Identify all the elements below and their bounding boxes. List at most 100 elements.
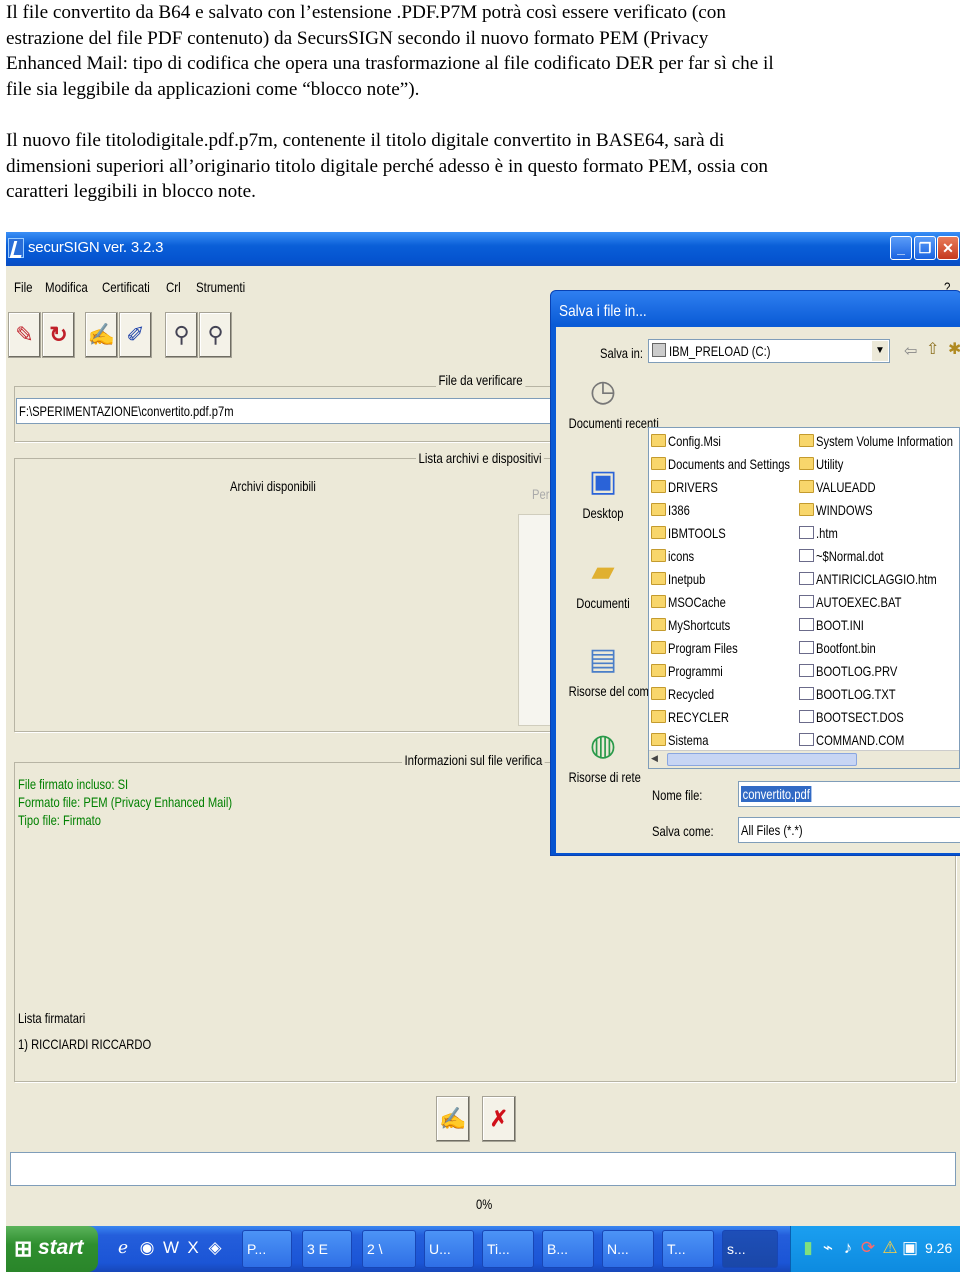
minimize-button[interactable]: _ (890, 236, 912, 260)
place-recent[interactable]: ◷ Documenti recenti (560, 373, 659, 432)
folder-item[interactable]: WINDOWS (799, 499, 949, 522)
menu-certificati[interactable]: Certificati (102, 279, 150, 295)
taskbar-item[interactable]: P... (242, 1230, 292, 1268)
verify-sign-icon[interactable]: ✍ (436, 1096, 470, 1142)
scroll-thumb[interactable] (667, 753, 857, 766)
title-bar[interactable]: securSIGN ver. 3.2.3 _ ❐ ✕ (6, 232, 960, 266)
place-documents[interactable]: ▰ Documenti (560, 553, 646, 612)
taskbar-item[interactable]: T... (662, 1230, 714, 1268)
folder-item[interactable]: Config.Msi (651, 430, 801, 453)
file-item[interactable]: ANTIRICICLAGGIO.htm (799, 568, 949, 591)
back-icon[interactable]: ⇦ (904, 341, 917, 361)
item-name: Inetpub (668, 571, 706, 587)
taskbar-item[interactable]: 2 \ (362, 1230, 416, 1268)
ie-icon[interactable]: ℯ (112, 1236, 134, 1260)
file-item[interactable]: BOOTLOG.PRV (799, 660, 949, 683)
item-name: RECYCLER (668, 709, 729, 725)
folder-item[interactable]: VALUEADD (799, 476, 949, 499)
file-item[interactable]: COMMAND.COM (799, 729, 949, 752)
folder-item[interactable]: MSOCache (651, 591, 801, 614)
taskbar-item[interactable]: N... (602, 1230, 654, 1268)
taskbar-item[interactable]: U... (424, 1230, 474, 1268)
file-item[interactable]: BOOT.INI (799, 614, 949, 637)
folder-item[interactable]: Inetpub (651, 568, 801, 591)
tray-app-icon[interactable]: ▣ (899, 1236, 921, 1260)
scroll-left-icon[interactable]: ◀ (651, 753, 663, 766)
up-folder-icon[interactable]: ⇧ (926, 339, 939, 359)
taskbar-item[interactable]: Ti... (482, 1230, 534, 1268)
folder-icon (651, 503, 666, 516)
clock-icon: ◷ (589, 375, 617, 408)
available-archives-label: Archivi disponibili (230, 478, 316, 494)
battery-icon[interactable]: ▮ (797, 1236, 819, 1260)
volume-icon[interactable]: ♪ (837, 1236, 859, 1260)
verify-icon[interactable]: ✍ (85, 312, 118, 358)
clock[interactable]: 9.26 (925, 1240, 952, 1256)
start-button[interactable]: ⊞ start (6, 1226, 98, 1272)
folder-item[interactable]: Recycled (651, 683, 801, 706)
new-folder-icon[interactable]: ✱ (948, 339, 960, 359)
signer-item[interactable]: 1) RICCIARDI RICCARDO (18, 1036, 151, 1052)
info-line: File firmato incluso: SI (18, 776, 129, 792)
item-name: VALUEADD (816, 479, 876, 495)
search-icon[interactable]: ⚲ (165, 312, 198, 358)
acrobat-icon[interactable]: ⟳ (857, 1236, 879, 1260)
sign-icon[interactable]: ✎ (8, 312, 41, 358)
file-item[interactable]: AUTOEXEC.BAT (799, 591, 949, 614)
network-icon[interactable]: ⌁ (817, 1236, 839, 1260)
taskbar-item-active[interactable]: s... (722, 1230, 778, 1268)
progress-label: 0% (476, 1196, 493, 1212)
file-item[interactable]: .htm (799, 522, 949, 545)
info-line: Formato file: PEM (Privacy Enhanced Mail… (18, 794, 233, 810)
app-quick-icon[interactable]: ◈ (204, 1236, 226, 1260)
file-path-input[interactable]: F:\SPERIMENTAZIONE\convertito.pdf.p7m (16, 398, 576, 424)
chevron-down-icon[interactable]: ▼ (872, 341, 888, 361)
file-item[interactable]: Bootfont.bin (799, 637, 949, 660)
file-column: System Volume Information Utility VALUEADD… (799, 430, 953, 768)
folder-item[interactable]: MyShortcuts (651, 614, 801, 637)
folder-item[interactable]: System Volume Information (799, 430, 953, 453)
horizontal-scrollbar[interactable]: ◀ (649, 750, 959, 768)
file-item[interactable]: BOOTSECT.DOS (799, 706, 949, 729)
place-desktop[interactable]: ▣ Desktop (560, 463, 646, 522)
file-item[interactable]: ~$Normal.dot (799, 545, 949, 568)
file-item[interactable]: BOOTLOG.TXT (799, 683, 949, 706)
refresh-icon[interactable]: ↻ (42, 312, 75, 358)
folder-item[interactable]: Programmi (651, 660, 801, 683)
saveas-select[interactable]: All Files (*.*) (738, 817, 960, 843)
security-icon[interactable]: ⚠ (879, 1236, 901, 1260)
word-icon[interactable]: W (160, 1236, 182, 1260)
taskbar-item[interactable]: 3 E (302, 1230, 352, 1268)
place-network[interactable]: ◍ Risorse di rete (560, 727, 646, 786)
close-button[interactable]: ✕ (937, 236, 959, 260)
taskbar-item[interactable]: B... (542, 1230, 594, 1268)
doc-line: Il nuovo file titolodigitale.pdf.p7m, co… (6, 130, 725, 151)
place-computer[interactable]: ▤ Risorse del computer (560, 641, 675, 700)
globe-icon: ◍ (589, 729, 617, 762)
menu-strumenti[interactable]: Strumenti (196, 279, 245, 295)
folder-item[interactable]: RECYCLER (651, 706, 801, 729)
excel-icon[interactable]: X (182, 1236, 204, 1260)
folder-item[interactable]: DRIVERS (651, 476, 801, 499)
search-cert-icon[interactable]: ⚲ (199, 312, 232, 358)
folder-item[interactable]: Utility (799, 453, 949, 476)
filename-input[interactable]: convertito.pdf (738, 781, 960, 807)
file-list[interactable]: Config.Msi Documents and Settings DRIVERS I… (648, 427, 960, 769)
menu-crl[interactable]: Crl (166, 279, 181, 295)
folder-item[interactable]: Program Files (651, 637, 801, 660)
folder-icon (651, 526, 666, 539)
media-icon[interactable]: ◉ (136, 1236, 158, 1260)
edit-icon[interactable]: ✐ (119, 312, 152, 358)
menu-modifica[interactable]: Modifica (45, 279, 88, 295)
folder-item[interactable]: Sistema (651, 729, 801, 752)
folder-item[interactable]: IBMTOOLS (651, 522, 801, 545)
cancel-icon[interactable]: ✗ (482, 1096, 516, 1142)
place-label: Desktop (582, 505, 624, 521)
menu-file[interactable]: File (14, 279, 33, 295)
maximize-button[interactable]: ❐ (914, 236, 936, 260)
save-in-select[interactable]: IBM_PRELOAD (C:) ▼ (648, 339, 890, 363)
folder-item[interactable]: icons (651, 545, 801, 568)
folder-item[interactable]: Documents and Settings (651, 453, 801, 476)
item-name: BOOTLOG.TXT (816, 686, 896, 702)
folder-item[interactable]: I386 (651, 499, 801, 522)
